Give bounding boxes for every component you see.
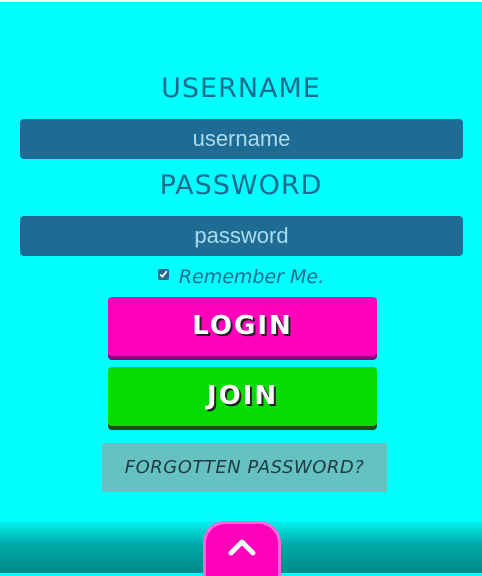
password-label: PASSWORD (159, 170, 323, 201)
join-button[interactable]: JOIN (108, 367, 377, 426)
chevron-up-icon (228, 539, 256, 556)
username-label: USERNAME (161, 73, 321, 104)
login-button[interactable]: LOGIN (108, 297, 377, 356)
password-field[interactable] (20, 216, 463, 256)
username-field[interactable] (20, 119, 463, 159)
forgotten-password-link[interactable]: FORGOTTEN PASSWORD? (102, 443, 387, 492)
remember-me-label: Remember Me. (178, 266, 325, 288)
top-border (0, 0, 482, 2)
remember-me-row: Remember Me. (0, 266, 482, 294)
remember-me-checkbox[interactable] (157, 268, 169, 280)
scroll-up-button[interactable] (203, 521, 281, 576)
